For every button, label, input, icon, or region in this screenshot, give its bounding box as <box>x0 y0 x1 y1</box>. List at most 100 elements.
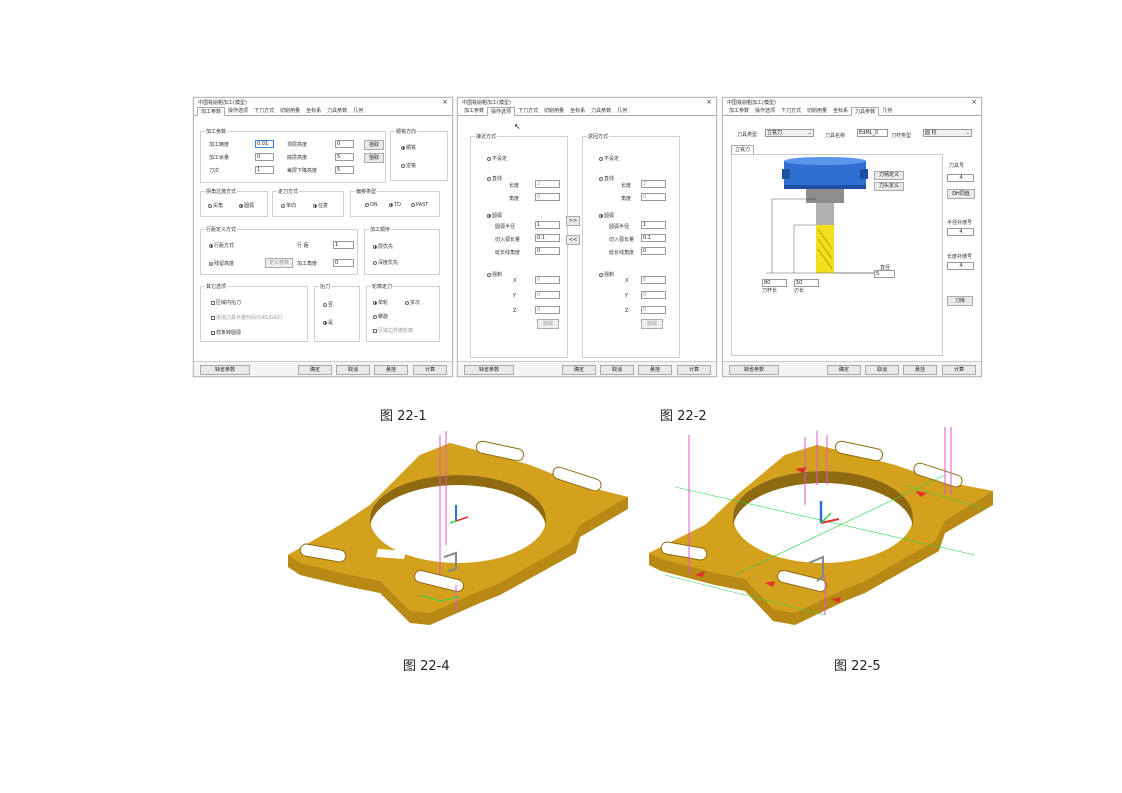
radio-conventional[interactable]: 逆铣 <box>401 162 416 169</box>
radio-arc[interactable]: 圆弧 <box>239 202 254 209</box>
tab-geometry[interactable]: 几何 <box>614 107 630 115</box>
radio-line[interactable]: 直线 <box>599 175 614 182</box>
check-boundary[interactable]: 区域边界做轮廓 <box>373 327 413 334</box>
radio-spiral[interactable]: 螺旋 <box>373 313 388 320</box>
apply-button[interactable]: 悬挂 <box>638 365 672 375</box>
diameter-input[interactable]: 5 <box>874 270 895 278</box>
x-input[interactable]: 0 <box>641 276 666 284</box>
apply-button[interactable]: 悬挂 <box>903 365 937 375</box>
pick-button[interactable]: 拾取 <box>641 319 663 329</box>
copy-right-button[interactable]: >> <box>566 216 580 226</box>
pick-button[interactable]: 拾取 <box>537 319 559 329</box>
radio-arc[interactable]: 圆弧 <box>487 212 502 219</box>
radio-on[interactable]: ON <box>365 202 378 208</box>
define-params-button[interactable]: 定义参数 <box>265 258 293 268</box>
angle-input[interactable]: 0 <box>535 193 560 201</box>
length-input[interactable]: 2 <box>535 180 560 188</box>
tab-options[interactable]: 操作选项 <box>752 107 778 115</box>
angle-input[interactable]: 0 <box>333 259 354 267</box>
head-define-button[interactable]: 刀头定义 <box>874 182 904 191</box>
default-params-button[interactable]: 缺省参数 <box>464 365 514 375</box>
tool-library-button[interactable]: 刀库 <box>947 296 973 306</box>
radio-arc[interactable]: 圆弧 <box>599 212 614 219</box>
holder-define-button[interactable]: 刀柄定义 <box>874 171 904 180</box>
tab-plunge[interactable]: 下刀方式 <box>251 107 277 115</box>
tab-cutting[interactable]: 切削用量 <box>541 107 567 115</box>
radio-layer-first[interactable]: 层优先 <box>373 243 393 250</box>
radio-sharp[interactable]: 尖角 <box>208 202 223 209</box>
z-input[interactable]: 0 <box>535 306 560 314</box>
tab-machining-params[interactable]: 加工参数 <box>197 107 226 116</box>
top-height-input[interactable]: 0 <box>335 140 354 148</box>
pick-button-2[interactable]: 拾取 <box>364 153 384 163</box>
allowance-input[interactable]: 0 <box>255 153 274 161</box>
layer-step-input[interactable]: 5 <box>335 166 354 174</box>
calc-button[interactable]: 计算 <box>413 365 447 375</box>
ok-button[interactable]: 确定 <box>827 365 861 375</box>
tool-number-input[interactable]: 4 <box>947 174 974 182</box>
check-tool-comp[interactable]: 添加刀具补偿代码(G41/G42) <box>211 314 282 321</box>
radio-stepover[interactable]: 行距方式 <box>209 242 234 249</box>
tab-coords[interactable]: 坐标系 <box>303 107 324 115</box>
tool-name-input[interactable]: EdML_0 <box>857 129 888 137</box>
flute-length-input[interactable]: 50 <box>794 279 819 287</box>
radio-line[interactable]: 直线 <box>487 175 502 182</box>
stepover-input[interactable]: 1 <box>333 241 354 249</box>
dh-same-button[interactable]: DH同值 <box>947 189 975 199</box>
tab-plunge[interactable]: 下刀方式 <box>515 107 541 115</box>
tab-tool[interactable]: 刀具参数 <box>588 107 614 115</box>
check-lift-in-region[interactable]: 区域内抬刀 <box>211 299 241 306</box>
precision-input[interactable]: 0.01 <box>255 140 274 148</box>
radio-to[interactable]: TO <box>389 202 401 208</box>
length-comp-input[interactable]: 4 <box>947 262 974 270</box>
radio-none[interactable]: 不设定 <box>487 155 507 162</box>
tool-kind-select[interactable]: 圆 柱 ⌄ <box>923 129 972 137</box>
bottom-height-input[interactable]: 5 <box>335 153 354 161</box>
tab-geometry[interactable]: 几何 <box>350 107 366 115</box>
length-input[interactable]: 2 <box>641 180 666 188</box>
cancel-button[interactable]: 取消 <box>865 365 899 375</box>
ext-angle-input[interactable]: 0 <box>535 247 560 255</box>
ok-button[interactable]: 确定 <box>562 365 596 375</box>
radio-point[interactable]: 强制 <box>599 271 614 278</box>
z-input[interactable]: 0 <box>641 306 666 314</box>
tab-options[interactable]: 操作选项 <box>225 107 251 115</box>
radio-multi[interactable]: 多次 <box>405 299 420 306</box>
tab-coords[interactable]: 坐标系 <box>567 107 588 115</box>
ok-button[interactable]: 确定 <box>298 365 332 375</box>
tab-geometry[interactable]: 几何 <box>879 107 895 115</box>
calc-button[interactable]: 计算 <box>942 365 976 375</box>
radio-past[interactable]: PAST <box>411 202 428 208</box>
calc-button[interactable]: 计算 <box>677 365 711 375</box>
tab-cutting[interactable]: 切削用量 <box>277 107 303 115</box>
radio-one-way[interactable]: 单向 <box>281 202 296 209</box>
cancel-button[interactable]: 取消 <box>600 365 634 375</box>
tab-tool[interactable]: 刀具参数 <box>851 107 880 116</box>
arc-length-input[interactable]: 0.1 <box>641 234 666 242</box>
tab-plunge[interactable]: 下刀方式 <box>778 107 804 115</box>
radius-input[interactable]: 1 <box>641 221 666 229</box>
arc-length-input[interactable]: 0.1 <box>535 234 560 242</box>
tab-machining-params[interactable]: 加工参数 <box>461 107 487 115</box>
radio-retract-no[interactable]: 否 <box>323 301 333 308</box>
default-params-button[interactable]: 缺省参数 <box>729 365 779 375</box>
tool-type-select[interactable]: 立铣刀 ⌄ <box>765 129 814 137</box>
apply-button[interactable]: 悬挂 <box>374 365 408 375</box>
tab-coords[interactable]: 坐标系 <box>830 107 851 115</box>
passes-input[interactable]: 1 <box>255 166 274 174</box>
cancel-button[interactable]: 取消 <box>336 365 370 375</box>
tab-cutting[interactable]: 切削用量 <box>804 107 830 115</box>
y-input[interactable]: 0 <box>641 291 666 299</box>
close-icon[interactable]: × <box>971 99 977 106</box>
radio-none[interactable]: 不设定 <box>599 155 619 162</box>
check-spline-arc[interactable]: 样条转圆弧 <box>211 329 241 336</box>
angle-input[interactable]: 0 <box>641 193 666 201</box>
ext-angle-input[interactable]: 0 <box>641 247 666 255</box>
tab-options[interactable]: 操作选项 <box>487 107 516 116</box>
holder-length-input[interactable]: 80 <box>762 279 787 287</box>
radio-single[interactable]: 单轮 <box>373 299 388 306</box>
radio-depth-first[interactable]: 深度优先 <box>373 259 398 266</box>
radius-input[interactable]: 1 <box>535 221 560 229</box>
close-icon[interactable]: × <box>706 99 712 106</box>
radio-point[interactable]: 强制 <box>487 271 502 278</box>
